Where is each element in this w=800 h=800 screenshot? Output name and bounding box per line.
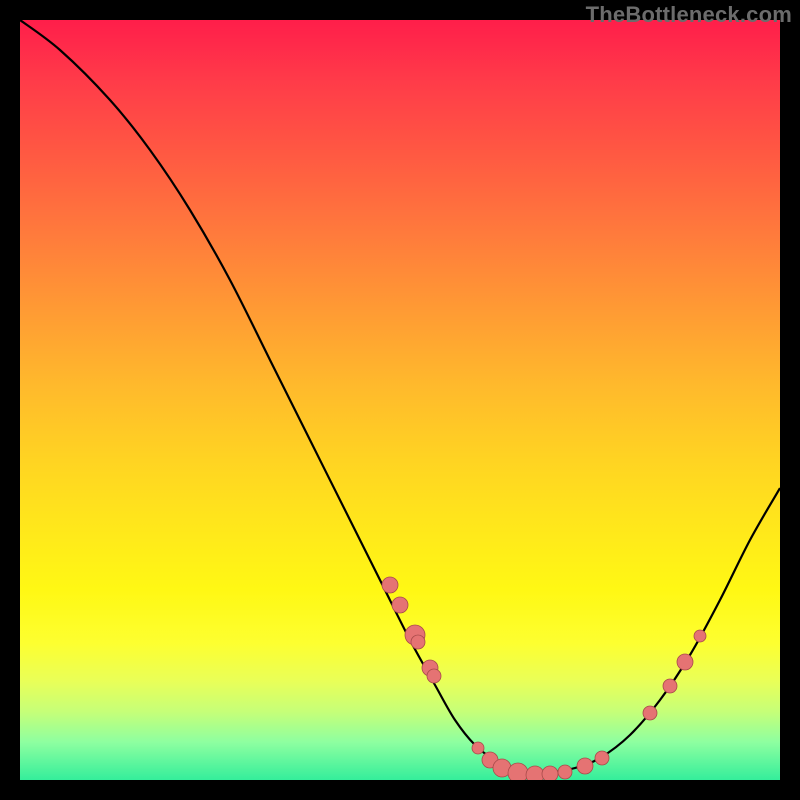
data-marker <box>694 630 706 642</box>
data-markers <box>382 577 706 780</box>
data-marker <box>411 635 425 649</box>
data-marker <box>595 751 609 765</box>
data-marker <box>392 597 408 613</box>
data-marker <box>577 758 593 774</box>
data-marker <box>526 766 544 780</box>
data-marker <box>427 669 441 683</box>
watermark-text: TheBottleneck.com <box>586 2 792 28</box>
data-marker <box>472 742 484 754</box>
data-marker <box>558 765 572 779</box>
data-marker <box>677 654 693 670</box>
data-marker <box>508 763 528 780</box>
chart-svg <box>20 20 780 780</box>
data-marker <box>542 766 558 780</box>
bottleneck-curve <box>20 20 780 772</box>
data-marker <box>382 577 398 593</box>
data-marker <box>643 706 657 720</box>
data-marker <box>663 679 677 693</box>
